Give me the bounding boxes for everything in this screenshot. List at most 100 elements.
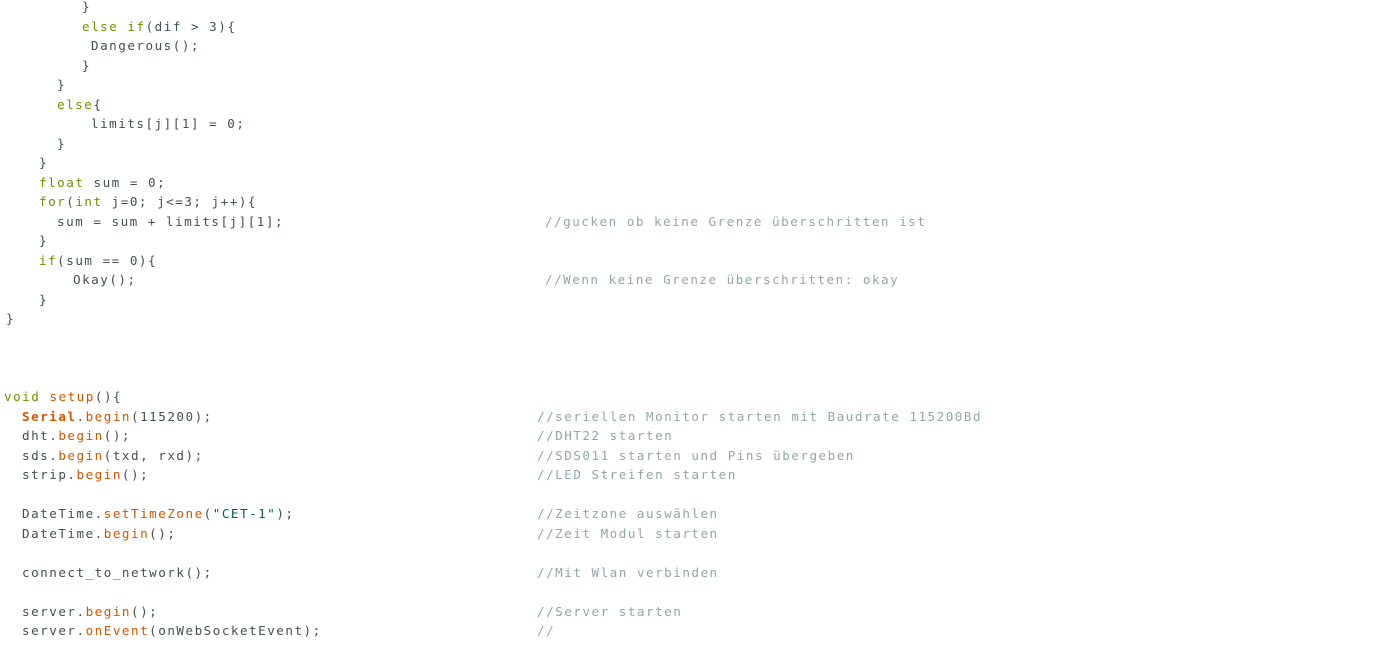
- code-text: connect_to_network();: [22, 563, 213, 583]
- code-text: sds.begin(txd, rxd);: [22, 446, 204, 466]
- code-token: int: [75, 194, 103, 209]
- code-token: sum = sum + limits[j][1];: [57, 213, 285, 229]
- code-line: sum = sum + limits[j][1]; //gucken ob kei…: [0, 212, 1386, 232]
- code-text: Okay();: [73, 270, 137, 290]
- code-line: DateTime.setTimeZone("CET-1"); //Zeitzone…: [0, 504, 1386, 524]
- code-line: else{: [0, 95, 1386, 115]
- code-line: strip.begin(); //LED Streifen starten: [0, 465, 1386, 485]
- code-line: sds.begin(txd, rxd); //SDS011 starten und…: [0, 446, 1386, 466]
- code-token: server.: [22, 603, 86, 619]
- code-line: }: [0, 134, 1386, 154]
- code-token: ();: [103, 428, 132, 443]
- code-token: Okay();: [73, 272, 137, 287]
- code-text: dht.begin();: [22, 426, 131, 446]
- code-token: .: [76, 408, 86, 424]
- code-token: begin: [58, 447, 104, 463]
- code-token: void: [4, 389, 41, 404]
- code-token: (: [203, 506, 213, 521]
- code-text: }: [82, 0, 91, 17]
- code-token: (){: [94, 389, 123, 404]
- code-token: setup: [49, 389, 95, 404]
- code-text: }: [39, 153, 48, 173]
- code-comment: //: [537, 623, 556, 638]
- code-token: }: [82, 57, 92, 73]
- code-text: }: [82, 56, 91, 76]
- code-line: Dangerous();: [0, 36, 1386, 56]
- code-comment: //Server starten: [537, 603, 683, 619]
- code-text: Dangerous();: [91, 36, 200, 56]
- code-line: }: [0, 231, 1386, 251]
- code-token: else: [57, 96, 94, 112]
- code-token: "CET-1": [212, 506, 277, 521]
- code-text: }: [39, 290, 48, 310]
- code-line: float sum = 0;: [0, 173, 1386, 193]
- code-token: (dif > 3){: [145, 18, 237, 34]
- code-token: ();: [131, 603, 159, 619]
- code-token: (onWebSocketEvent);: [149, 623, 322, 638]
- code-token: }: [57, 135, 67, 151]
- code-token: }: [82, 0, 92, 14]
- code-text: else if(dif > 3){: [82, 17, 236, 37]
- code-text: }: [57, 75, 66, 95]
- code-token: j=0; j<=3; j++){: [102, 194, 257, 209]
- code-comment: //Zeit Modul starten: [537, 525, 719, 541]
- code-token: (: [66, 194, 76, 209]
- code-line: }: [0, 56, 1386, 76]
- code-line: if(sum == 0){: [0, 251, 1386, 271]
- code-token: onEvent: [85, 623, 150, 638]
- code-line: connect_to_network(); //Mit Wlan verbinde…: [0, 563, 1386, 583]
- code-line: }: [0, 75, 1386, 95]
- code-text: else{: [57, 95, 102, 115]
- code-token: begin: [76, 467, 122, 482]
- code-line: else if(dif > 3){: [0, 17, 1386, 37]
- code-text: server.begin();: [22, 602, 158, 622]
- code-comment: //DHT22 starten: [537, 428, 674, 443]
- code-token: dht.: [22, 428, 59, 443]
- code-token: else if: [82, 18, 146, 34]
- code-token: server.: [22, 623, 86, 638]
- code-text: sum = sum + limits[j][1];: [57, 212, 284, 232]
- code-text: DateTime.begin();: [22, 524, 176, 544]
- code-token: begin: [103, 525, 150, 541]
- code-comment: //Zeitzone auswählen: [537, 506, 719, 521]
- code-text: server.onEvent(onWebSocketEvent);: [22, 621, 322, 641]
- code-line: }: [0, 0, 1386, 17]
- code-token: sds.: [22, 447, 59, 463]
- code-comment: //Mit Wlan verbinden: [537, 564, 719, 580]
- code-comment: //SDS011 starten und Pins übergeben: [537, 447, 855, 463]
- code-text: if(sum == 0){: [39, 251, 157, 271]
- code-token: }: [6, 311, 16, 326]
- code-text: void setup(){: [4, 387, 122, 407]
- code-line: DateTime.begin(); //Zeit Modul starten: [0, 524, 1386, 544]
- code-token: sum = 0;: [84, 174, 167, 190]
- code-token: connect_to_network();: [22, 564, 213, 580]
- code-editor[interactable]: } else if(dif > 3){Dangerous();}} else{lim…: [0, 0, 1386, 645]
- code-text: }: [6, 309, 15, 329]
- code-token: ();: [121, 467, 150, 482]
- code-token: }: [39, 155, 49, 170]
- code-comment: //LED Streifen starten: [537, 467, 737, 482]
- code-line: Serial.begin(115200); //seriellen Monitor…: [0, 407, 1386, 427]
- code-line: for(int j=0; j<=3; j++){: [0, 192, 1386, 212]
- code-token: limits[j][1] = 0;: [91, 116, 246, 131]
- code-line: }: [0, 309, 1386, 329]
- code-token: Serial: [22, 408, 77, 424]
- code-text: }: [39, 231, 48, 251]
- code-token: }: [39, 233, 49, 248]
- code-token: Dangerous();: [91, 38, 200, 53]
- code-text: DateTime.setTimeZone("CET-1");: [22, 504, 295, 524]
- code-token: DateTime.: [22, 525, 104, 541]
- code-token: (sum == 0){: [57, 252, 158, 268]
- code-token: }: [57, 77, 67, 92]
- code-token: );: [276, 506, 295, 521]
- code-line: }: [0, 290, 1386, 310]
- code-text: }: [57, 134, 66, 154]
- code-line: }: [0, 153, 1386, 173]
- code-token: setTimeZone: [103, 506, 204, 521]
- code-token: (txd, rxd);: [103, 447, 204, 463]
- code-text: Serial.begin(115200);: [22, 407, 213, 427]
